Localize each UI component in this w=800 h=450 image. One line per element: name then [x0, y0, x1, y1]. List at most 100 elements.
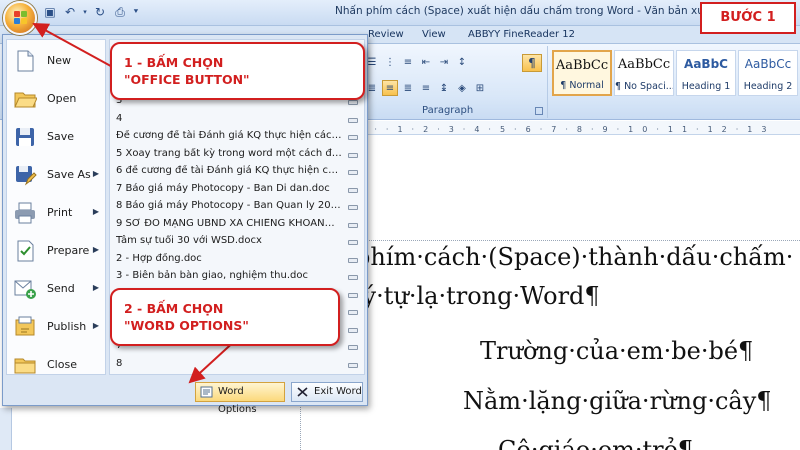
- step-badge: BƯỚC 1: [700, 2, 796, 34]
- recent-document-name: 8 Báo giá máy Photocopy - Ban Quan ly 20…: [116, 200, 342, 211]
- recent-document-name: 7 Báo giá máy Photocopy - Ban Di dan.doc: [116, 182, 330, 194]
- recent-document-item[interactable]: 5 Xoay trang bất kỳ trong word một cách …: [116, 148, 360, 164]
- submenu-arrow-icon: ▶: [92, 321, 99, 330]
- multilevel-list-icon[interactable]: ≡: [400, 54, 416, 70]
- margin-guide: [300, 240, 800, 241]
- recent-document-item[interactable]: 3 - Biên bản bàn giao, nghiệm thu.doc: [116, 270, 360, 286]
- shading-icon[interactable]: ◈: [454, 80, 470, 96]
- horizontal-ruler[interactable]: 2·1·····1·2·3·4·5·6·7·8·9·10·11·12·13: [300, 121, 800, 135]
- pin-icon[interactable]: [348, 100, 358, 105]
- exit-word-label: Exit Word: [314, 386, 362, 397]
- pin-icon[interactable]: [348, 117, 358, 123]
- callout-line: "OFFICE BUTTON": [124, 72, 250, 87]
- menu-item-save-as[interactable]: Save As ▶: [7, 156, 105, 194]
- recent-document-item[interactable]: 8 Báo giá máy Photocopy - Ban Quan ly 20…: [116, 200, 360, 216]
- menu-item-send[interactable]: Send ▶: [7, 270, 105, 308]
- style-preview: AaBbC: [684, 57, 728, 71]
- undo-icon[interactable]: ↶: [62, 4, 78, 20]
- close-folder-icon: [14, 358, 36, 374]
- pin-icon[interactable]: [348, 240, 358, 245]
- ruler-ticks: 2·1·····1·2·3·4·5·6·7·8·9·10·11·12·13: [300, 125, 776, 134]
- pin-icon[interactable]: [348, 257, 358, 263]
- recent-document-item[interactable]: Đề cương đề tài Đánh giá KQ thực hiện cá…: [116, 130, 360, 146]
- customize-toolbar-icon[interactable]: ⯆: [132, 4, 140, 20]
- vertical-ruler: [0, 408, 12, 450]
- document-line: Cô·giáo·em·trẻ¶: [498, 436, 694, 450]
- dialog-launcher-icon[interactable]: [535, 107, 543, 115]
- recent-document-item[interactable]: 8: [116, 358, 360, 374]
- style-normal[interactable]: AaBbCc ¶ Normal: [552, 50, 612, 96]
- pin-icon[interactable]: [348, 152, 358, 158]
- save-icon[interactable]: ▣: [42, 4, 58, 20]
- pin-icon[interactable]: [348, 170, 358, 175]
- prepare-document-icon: [17, 240, 34, 262]
- submenu-arrow-icon: ▶: [92, 207, 99, 216]
- line-spacing-icon[interactable]: ↨: [436, 80, 452, 96]
- menu-item-open[interactable]: Open: [7, 80, 105, 118]
- recent-document-name: 2 - Hợp đồng.doc: [116, 252, 202, 264]
- pin-icon[interactable]: [348, 292, 358, 298]
- menu-item-new[interactable]: New: [7, 42, 105, 80]
- recent-document-item[interactable]: 7 Báo giá máy Photocopy - Ban Di dan.doc: [116, 183, 360, 199]
- recent-document-name: Đề cương đề tài Đánh giá KQ thực hiện cá…: [116, 130, 342, 141]
- exit-word-button[interactable]: Exit Word: [291, 382, 363, 402]
- recent-document-item[interactable]: 2 - Hợp đồng.doc: [116, 253, 360, 269]
- recent-document-item[interactable]: 9 SƠ ĐỒ MẠNG UBND XÃ CHIỀNG KHOANG.docx: [116, 218, 360, 234]
- printer-icon: [15, 202, 35, 224]
- print-preview-icon[interactable]: ⎙: [112, 4, 128, 20]
- menu-item-publish[interactable]: Publish ▶: [7, 308, 105, 346]
- justify-icon[interactable]: ≡: [418, 80, 434, 96]
- align-right-icon[interactable]: ≣: [400, 80, 416, 96]
- increase-indent-icon[interactable]: ⇥: [436, 54, 452, 70]
- style-heading-2[interactable]: AaBbCc Heading 2: [738, 50, 798, 96]
- pin-icon[interactable]: [348, 275, 358, 280]
- tab-abbyy[interactable]: ABBYY FineReader 12: [468, 29, 575, 40]
- save-icon: [16, 128, 34, 146]
- send-icon: [14, 280, 36, 299]
- recent-document-item[interactable]: Tâm sự tuổi 30 với WSD.docx: [116, 235, 360, 251]
- menu-item-label: Save: [47, 130, 75, 143]
- menu-item-label: Publish: [47, 320, 87, 333]
- open-folder-icon: [14, 92, 37, 108]
- pin-icon[interactable]: [348, 222, 358, 228]
- dropdown-arrow-icon[interactable]: ▾: [82, 4, 88, 20]
- office-button[interactable]: [3, 1, 37, 35]
- pin-icon[interactable]: [348, 345, 358, 350]
- pin-icon[interactable]: [348, 362, 358, 368]
- pin-icon[interactable]: [348, 205, 358, 210]
- recent-document-item[interactable]: 6 đề cương đề tài Đánh giá KQ thực hiện …: [116, 165, 360, 181]
- recent-document-name: 5 Xoay trang bất kỳ trong word một cách …: [116, 147, 342, 159]
- pin-icon[interactable]: [348, 187, 358, 193]
- word-options-button[interactable]: Word Options: [195, 382, 285, 415]
- submenu-arrow-icon: ▶: [92, 283, 99, 292]
- recent-document-item[interactable]: 4: [116, 113, 360, 129]
- show-formatting-marks-button[interactable]: ¶: [522, 54, 542, 72]
- document-line: phím·cách·(Space)·thành·dấu·chấm·: [355, 243, 794, 271]
- menu-item-label: Prepare: [47, 244, 90, 257]
- office-logo-icon: [14, 11, 27, 24]
- numbering-icon[interactable]: ⋮: [382, 54, 398, 70]
- publish-icon: [15, 316, 35, 336]
- paragraph-row-1: ☰ ⋮ ≡ ⇤ ⇥ ↕: [364, 54, 470, 74]
- pin-icon[interactable]: [348, 135, 358, 140]
- pin-icon[interactable]: [348, 310, 358, 315]
- menu-item-prepare[interactable]: Prepare ▶: [7, 232, 105, 270]
- callout-line: "WORD OPTIONS": [124, 318, 249, 333]
- menu-item-print[interactable]: Print ▶: [7, 194, 105, 232]
- callout-office-button: 1 - BẤM CHỌN "OFFICE BUTTON": [110, 42, 365, 100]
- menu-item-save[interactable]: Save: [7, 118, 105, 156]
- decrease-indent-icon[interactable]: ⇤: [418, 54, 434, 70]
- callout-line: 2 - BẤM CHỌN: [124, 301, 224, 316]
- tab-view[interactable]: View: [422, 29, 446, 40]
- callout-line: 1 - BẤM CHỌN: [124, 55, 224, 70]
- pin-icon[interactable]: [348, 327, 358, 333]
- redo-icon[interactable]: ↻: [92, 4, 108, 20]
- align-center-icon[interactable]: ≡: [382, 80, 398, 96]
- borders-icon[interactable]: ⊞: [472, 80, 488, 96]
- style-heading-1[interactable]: AaBbC Heading 1: [676, 50, 736, 96]
- tab-review[interactable]: Review: [368, 29, 404, 40]
- style-no-spacing[interactable]: AaBbCc ¶ No Spaci...: [614, 50, 674, 96]
- paragraph-row-2: ≣ ≡ ≣ ≡ ↨ ◈ ⊞: [364, 80, 488, 100]
- quick-access-toolbar: ▣ ↶ ▾ ↻ ⎙ ⯆: [42, 4, 140, 20]
- sort-icon[interactable]: ↕: [454, 54, 470, 70]
